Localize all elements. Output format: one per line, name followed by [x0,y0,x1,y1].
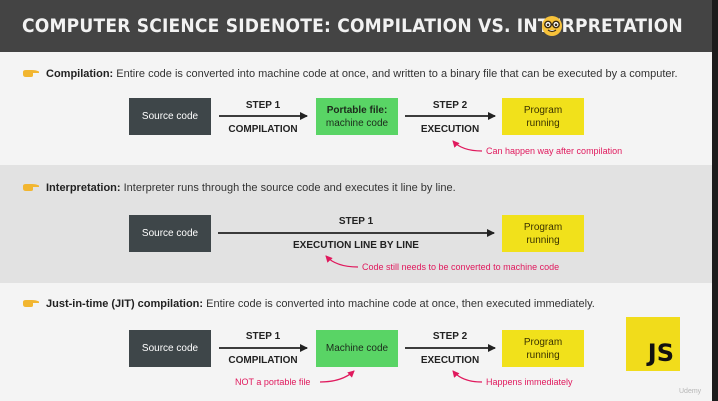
slide: COMPUTER SCIENCE SIDENOTE: COMPILATION V… [0,0,712,401]
slide-title: COMPUTER SCIENCE SIDENOTE: COMPILATION V… [22,15,683,37]
interpretation-program-box: Program running [502,215,584,252]
jit-source-box: Source code [129,330,211,367]
compilation-term: Compilation: [46,68,114,80]
interpretation-bullet: Interpretation: Interpreter runs through… [22,182,456,194]
interpretation-term: Interpretation: [46,182,121,194]
compilation-source-box: Source code [129,98,211,135]
portable-file-title: Portable file: [326,104,388,116]
jit-program-box: Program running [502,330,584,367]
portable-file-sub: machine code [325,117,389,129]
udemy-watermark: Udemy [679,388,702,395]
pointing-hand-icon [23,300,39,307]
jit-description: Entire code is converted into machine co… [203,298,595,310]
compilation-description: Entire code is converted into machine co… [113,68,678,80]
interpretation-note: Code still needs to be converted to mach… [362,262,560,272]
portable-file-box: Portable file: machine code [316,98,398,135]
compilation-bullet: Compilation: Entire code is converted in… [22,68,678,80]
machine-code-box: Machine code [316,330,398,367]
jit-step1-title: STEP 1 [245,331,281,342]
jit-note-left: NOT a portable file [235,377,311,387]
compilation-program-box: Program running [502,98,584,135]
compilation-note: Can happen way after compilation [486,146,623,156]
interpretation-step1-title: STEP 1 [338,216,374,227]
interpretation-step1-sub: EXECUTION LINE BY LINE [293,240,419,251]
jit-note-right: Happens immediately [486,377,573,387]
jit-bullet: Just-in-time (JIT) compilation: Entire c… [22,298,595,310]
javascript-logo-text: JS [647,339,674,367]
interpretation-source-box: Source code [129,215,211,252]
scrollbar[interactable] [712,0,718,401]
jit-step2-sub: EXECUTION [420,355,480,366]
compilation-step2-sub: EXECUTION [420,124,480,135]
nerd-face-icon [542,16,562,36]
pointing-hand-icon [23,70,39,77]
compilation-step2-title: STEP 2 [432,100,468,111]
jit-step2-title: STEP 2 [432,331,468,342]
header-bar: COMPUTER SCIENCE SIDENOTE: COMPILATION V… [0,0,712,52]
jit-term: Just-in-time (JIT) compilation: [46,298,204,310]
interpretation-description: Interpreter runs through the source code… [120,182,456,194]
pointing-hand-icon [23,184,39,191]
compilation-step1-sub: COMPILATION [228,124,298,135]
javascript-logo: JS [626,317,680,371]
jit-step1-sub: COMPILATION [228,355,298,366]
compilation-step1-title: STEP 1 [245,100,281,111]
